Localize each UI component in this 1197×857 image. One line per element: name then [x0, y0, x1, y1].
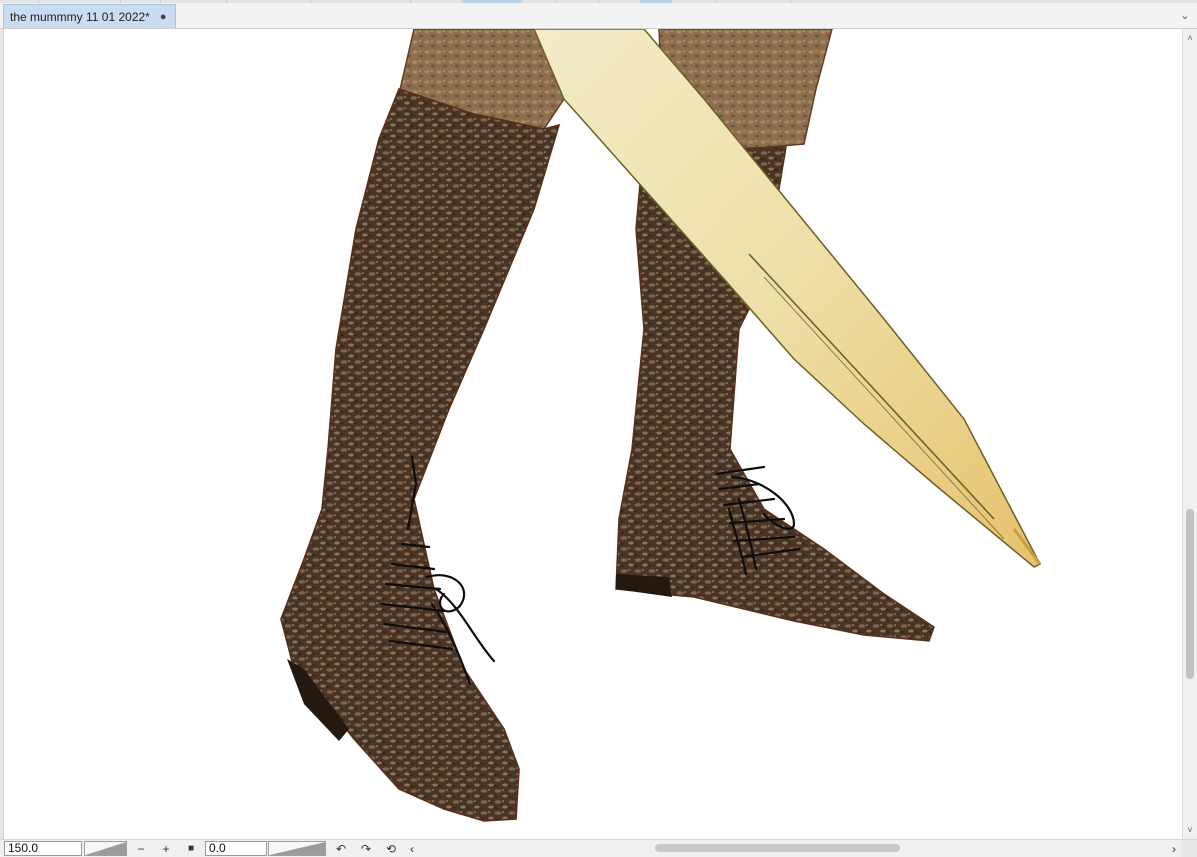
vertical-scroll-thumb[interactable]: [1186, 509, 1194, 679]
zoom-slider[interactable]: [84, 841, 127, 856]
rotate-left-icon[interactable]: ↶: [332, 841, 350, 856]
rotate-right-icon[interactable]: ↷: [357, 841, 375, 856]
scrollbar-corner: [1181, 840, 1197, 857]
chevron-down-icon[interactable]: ˅: [1183, 823, 1197, 837]
drawing-canvas[interactable]: [4, 29, 1182, 839]
horizontal-scrollbar[interactable]: ‹ ›: [405, 841, 1181, 856]
modified-indicator-icon[interactable]: ●: [160, 11, 167, 23]
reset-rotation-icon[interactable]: ⟲: [382, 841, 400, 856]
artwork-boots-and-sword: [280, 29, 1042, 822]
chevron-down-icon[interactable]: ⌄: [1177, 6, 1193, 24]
vertical-scrollbar[interactable]: ˄ ˅: [1182, 29, 1197, 839]
document-tab[interactable]: the mummmy 11 01 2022* ●: [3, 4, 176, 28]
zoom-input[interactable]: 150.0: [4, 841, 82, 856]
document-tab-bar: the mummmy 11 01 2022* ● ⌄: [0, 3, 1197, 29]
chevron-right-icon[interactable]: ›: [1167, 841, 1181, 856]
document-tab-title: the mummmy 11 01 2022*: [10, 9, 150, 24]
stop-icon[interactable]: ■: [182, 841, 200, 856]
rotation-slider[interactable]: [268, 841, 326, 856]
chevron-left-icon[interactable]: ‹: [405, 841, 419, 856]
canvas-status-bar: 150.0 − + ■ 0.0 ↶ ↷ ⟲ ‹ ›: [0, 839, 1197, 857]
rotation-input[interactable]: 0.0: [205, 841, 267, 856]
zoom-out-icon[interactable]: −: [132, 841, 150, 856]
horizontal-scroll-thumb[interactable]: [655, 844, 900, 852]
chevron-up-icon[interactable]: ˄: [1183, 31, 1197, 45]
zoom-in-icon[interactable]: +: [157, 841, 175, 856]
